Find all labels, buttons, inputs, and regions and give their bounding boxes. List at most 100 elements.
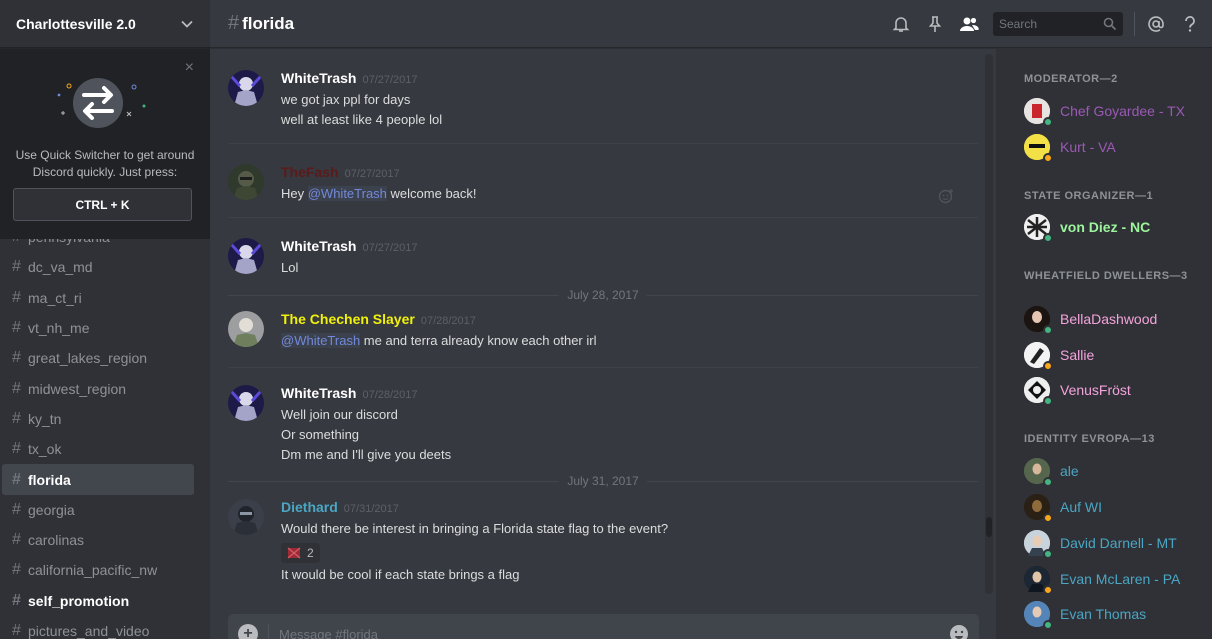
message-list: WhiteTrash 07/27/2017 we got jax ppl for …	[210, 49, 996, 599]
scrollbar-track[interactable]	[985, 54, 993, 594]
avatar[interactable]	[228, 164, 264, 200]
avatar	[1024, 566, 1053, 595]
channel-header: # florida	[210, 0, 1212, 48]
channel-self-promotion[interactable]: # self_promotion	[2, 586, 194, 616]
avatar	[1024, 134, 1053, 163]
status-indicator	[1043, 117, 1053, 127]
member-item[interactable]: Chef Goyardee - TX	[1024, 95, 1209, 127]
channel-florida[interactable]: # florida	[2, 464, 194, 495]
hash-icon: #	[12, 379, 21, 397]
hash-icon: #	[12, 288, 21, 306]
channel-label: self_promotion	[28, 592, 130, 609]
channel-label: ky_tn	[28, 410, 62, 427]
guild-header[interactable]: Charlottesville 2.0	[0, 0, 210, 48]
avatar[interactable]	[228, 499, 264, 535]
hash-icon: #	[12, 409, 21, 427]
user-mention[interactable]: @WhiteTrash	[281, 333, 361, 348]
channel-label: pictures_and_video	[28, 623, 150, 639]
hash-icon: #	[12, 440, 21, 458]
message-body: WhiteTrash 07/27/2017 Lol	[281, 238, 971, 278]
avatar[interactable]	[228, 70, 264, 106]
reaction-icon[interactable]	[938, 188, 954, 204]
avatar	[1024, 306, 1053, 335]
member-item[interactable]: von Diez - NC	[1024, 211, 1209, 243]
channel-label: ma_ct_ri	[28, 289, 82, 306]
close-icon[interactable]: ×	[185, 59, 194, 77]
add-icon[interactable]: +	[238, 624, 258, 639]
member-item[interactable]: VenusFröst	[1024, 374, 1209, 406]
quick-switcher-line2: Discord quickly. Just press:	[32, 165, 178, 179]
quick-switcher-illustration	[57, 78, 146, 128]
member-item[interactable]: Kurt - VA	[1024, 131, 1209, 163]
author-name[interactable]: Diethard	[281, 499, 338, 515]
message-input[interactable]	[279, 626, 949, 639]
status-indicator	[1043, 513, 1053, 523]
member-name: VenusFröst	[1060, 382, 1131, 398]
avatar[interactable]	[228, 238, 264, 274]
search-box[interactable]	[993, 12, 1123, 36]
pin-icon[interactable]	[925, 14, 945, 34]
member-name: BellaDashwood	[1060, 311, 1158, 327]
avatar[interactable]	[228, 311, 264, 347]
date-divider-label: July 31, 2017	[567, 474, 639, 488]
member-group-header: IDENTITY EVROPA—13	[1024, 433, 1155, 445]
bell-icon[interactable]	[891, 14, 911, 34]
member-item[interactable]: Sallie	[1024, 339, 1209, 371]
member-item[interactable]: David Darnell - MT	[1024, 527, 1209, 559]
mention-icon[interactable]	[1146, 14, 1166, 34]
channel-midwest-region[interactable]: # midwest_region	[2, 373, 194, 403]
author-name[interactable]: TheFash	[281, 164, 339, 180]
message-text: Dm me and I'll give you deets	[281, 447, 452, 462]
toolbar-divider	[1134, 12, 1135, 36]
member-name: Kurt - VA	[1060, 139, 1116, 155]
author-name[interactable]: WhiteTrash	[281, 70, 356, 86]
user-mention[interactable]: @WhiteTrash	[307, 186, 387, 201]
channel-label: tx_ok	[28, 441, 62, 458]
channel-vt-nh-me[interactable]: # vt_nh_me	[2, 313, 194, 343]
message-composer: +	[228, 614, 979, 639]
reaction-chip[interactable]: 2	[281, 543, 320, 563]
author-name[interactable]: WhiteTrash	[281, 238, 356, 254]
member-item[interactable]: ale	[1024, 455, 1209, 487]
members-icon[interactable]	[959, 14, 979, 34]
quick-switcher-text: Use Quick Switcher to get around Discord…	[0, 147, 210, 181]
help-icon[interactable]	[1180, 14, 1200, 34]
search-input[interactable]	[999, 17, 1103, 31]
member-name: Auf WI	[1060, 499, 1103, 515]
message-body: WhiteTrash 07/28/2017 Well join our disco…	[281, 385, 971, 465]
message-body: WhiteTrash 07/27/2017 we got jax ppl for …	[281, 70, 971, 130]
member-item[interactable]: BellaDashwood	[1024, 303, 1209, 335]
emoji-icon[interactable]	[949, 624, 969, 639]
channel-carolinas[interactable]: # carolinas	[2, 525, 194, 555]
avatar[interactable]	[228, 385, 264, 421]
member-item[interactable]: Evan McLaren - PA	[1024, 563, 1209, 595]
timestamp: 07/31/2017	[343, 503, 399, 515]
channel-label: dc_va_md	[28, 259, 93, 276]
scrollbar-thumb[interactable]	[986, 517, 992, 537]
timestamp: 07/27/2017	[362, 242, 418, 254]
member-name: Chef Goyardee - TX	[1060, 103, 1186, 119]
channel-title-text: florida	[242, 13, 295, 33]
author-name[interactable]: The Chechen Slayer	[281, 311, 415, 327]
author-name[interactable]: WhiteTrash	[281, 385, 356, 401]
message-body: TheFash 07/27/2017 Hey @WhiteTrash welcom…	[281, 164, 971, 204]
channel-pictures-and-video[interactable]: # pictures_and_video	[2, 616, 194, 639]
channel-tx-ok[interactable]: # tx_ok	[2, 434, 194, 464]
channel-great-lakes-region[interactable]: # great_lakes_region	[2, 343, 194, 373]
channel-ky-tn[interactable]: # ky_tn	[2, 404, 194, 434]
shortcut-key[interactable]: CTRL + K	[13, 188, 192, 221]
member-item[interactable]: Auf WI	[1024, 491, 1209, 523]
chevron-down-icon[interactable]	[180, 17, 194, 31]
channel-label: california_pacific_nw	[28, 562, 158, 579]
channel-georgia[interactable]: # georgia	[2, 495, 194, 525]
member-group-header: WHEATFIELD DWELLERS—3	[1024, 270, 1188, 282]
member-item[interactable]: Evan Thomas	[1024, 598, 1209, 630]
message-text: Lol	[281, 260, 299, 275]
channel-ma-ct-ri[interactable]: # ma_ct_ri	[2, 283, 194, 313]
channel-california-pacific-nw[interactable]: # california_pacific_nw	[2, 555, 194, 585]
search-icon[interactable]	[1103, 17, 1117, 31]
channel-dc-va-md[interactable]: # dc_va_md	[2, 252, 194, 282]
hash-icon: #	[12, 622, 21, 639]
channel-label: great_lakes_region	[28, 350, 148, 367]
channel-label: carolinas	[28, 532, 85, 549]
